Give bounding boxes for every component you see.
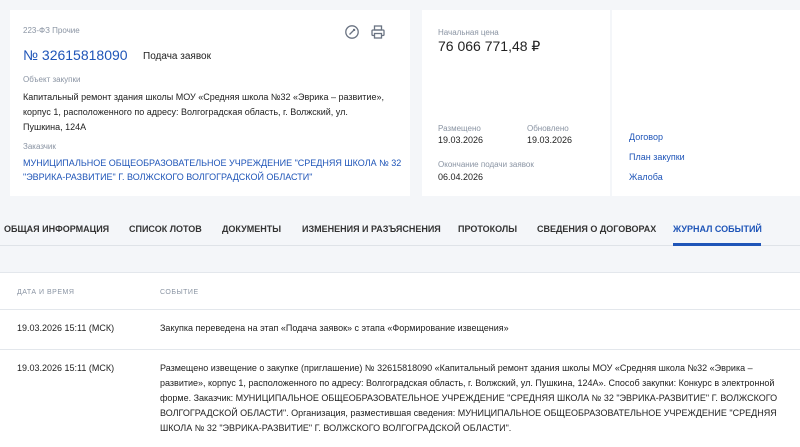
updated-date: 19.03.2026 [527, 135, 573, 145]
event-date: 19.03.2026 15:11 (МСК) [17, 323, 115, 333]
event-text: Размещено извещение о закупке (приглашен… [160, 363, 778, 433]
complaint-link[interactable]: Жалоба [629, 172, 663, 182]
tab-event-log[interactable]: ЖУРНАЛ СОБЫТИЙ [673, 224, 762, 234]
row-divider [0, 349, 800, 350]
purchase-plan-link[interactable]: План закупки [629, 152, 685, 162]
event-date: 19.03.2026 15:11 (МСК) [17, 363, 115, 373]
posted-date: 19.03.2026 [438, 135, 484, 145]
posted-label: Размещено [438, 124, 481, 133]
object-text: Капитальный ремонт здания школы МОУ «Сре… [23, 92, 384, 132]
updated-label: Обновлено [527, 124, 569, 133]
tab-lots[interactable]: СПИСОК ЛОТОВ [129, 224, 202, 234]
tab-protocols[interactable]: ПРОТОКОЛЫ [458, 224, 517, 234]
purchase-summary-card: 223-ФЗ Прочие № 32615818090 Подача заяво… [10, 10, 410, 196]
registration-number[interactable]: № 32615818090 [23, 47, 128, 63]
header-divider [0, 309, 800, 310]
price-card: Начальная цена 76 066 771,48 ₽ Размещено… [422, 10, 610, 196]
column-header-event: СОБЫТИЕ [160, 289, 199, 296]
object-label: Объект закупки [23, 75, 81, 84]
tab-documents[interactable]: ДОКУМЕНТЫ [222, 224, 281, 234]
price-value: 76 066 771,48 ₽ [438, 38, 541, 54]
customer-link[interactable]: МУНИЦИПАЛЬНОЕ ОБЩЕОБРАЗОВАТЕЛЬНОЕ УЧРЕЖД… [23, 156, 403, 184]
tab-changes[interactable]: ИЗМЕНЕНИЯ И РАЗЪЯСНЕНИЯ [302, 224, 441, 234]
contract-link[interactable]: Договор [629, 132, 663, 142]
print-icon[interactable] [370, 24, 386, 40]
column-header-date: ДАТА И ВРЕМЯ [17, 289, 75, 296]
deadline-label: Окончание подачи заявок [438, 160, 534, 169]
event-text: Закупка переведена на этап «Подача заяво… [160, 323, 509, 333]
deadline-date: 06.04.2026 [438, 172, 484, 182]
price-label: Начальная цена [438, 28, 499, 37]
event-journal-table: ДАТА И ВРЕМЯ СОБЫТИЕ 19.03.2026 15:11 (М… [0, 272, 800, 447]
law-type-label: 223-ФЗ Прочие [23, 26, 80, 35]
stage-badge: Подача заявок [143, 51, 211, 62]
seal-icon[interactable] [344, 24, 360, 40]
related-links-card: Договор План закупки Жалоба [612, 10, 800, 196]
active-tab-indicator [673, 243, 761, 246]
customer-label: Заказчик [23, 142, 56, 151]
tab-contracts[interactable]: СВЕДЕНИЯ О ДОГОВОРАХ [537, 224, 656, 234]
tab-general-info[interactable]: ОБЩАЯ ИНФОРМАЦИЯ [4, 224, 109, 234]
tab-bar: ОБЩАЯ ИНФОРМАЦИЯ СПИСОК ЛОТОВ ДОКУМЕНТЫ … [0, 212, 800, 246]
